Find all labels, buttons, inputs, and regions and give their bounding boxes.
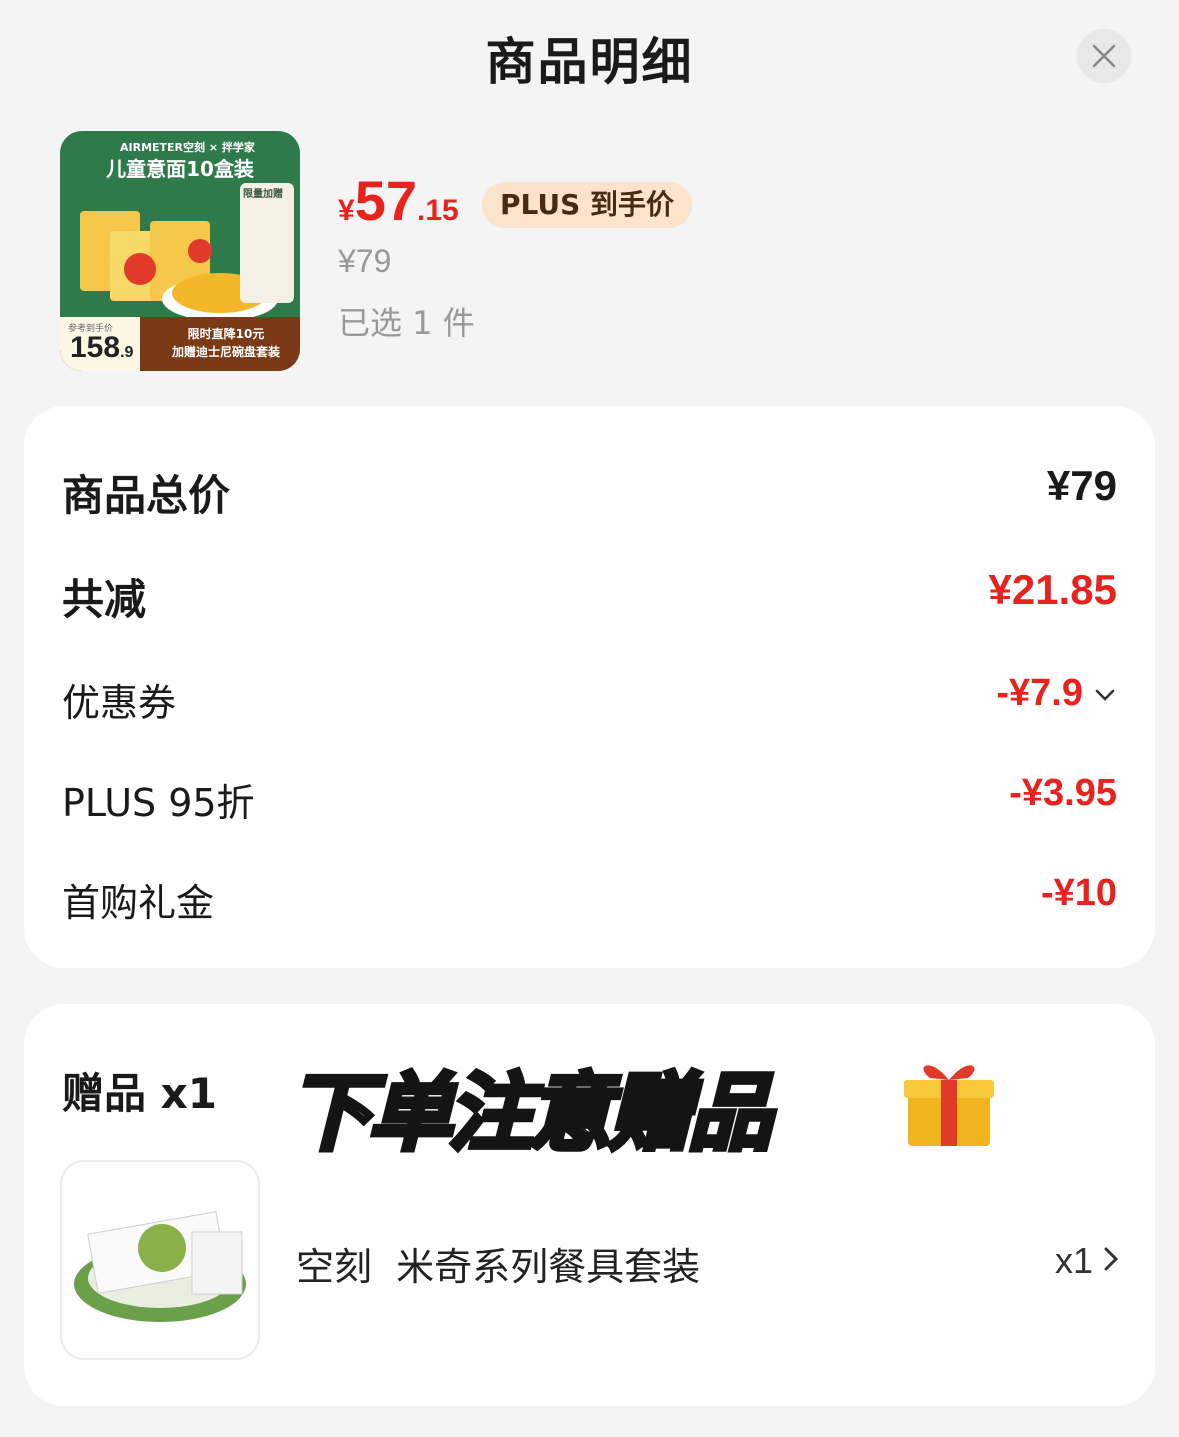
page-title: 商品明细 [485,33,694,91]
product-image-tag-label: 限量加赠 [243,189,283,200]
product-image-promo-2: 加赠迪士尼碗盘套装 [171,345,280,359]
first-purchase-value: -¥10 [1040,872,1117,914]
total-label: 商品总价 [62,471,231,520]
gift-name: 空刻 米奇系列餐具套装 [296,1245,701,1289]
plus-price: ¥57.15 [338,169,459,232]
gift-card: 赠品 x1 下单注意赠品 空刻 米奇系列餐具套装 x1 [24,1004,1155,1406]
first-purchase-label: 首购礼金 [62,881,215,925]
product-image-promo-1: 限时直降10元 [187,327,265,341]
discount-label: 共减 [62,575,147,624]
selected-count: 已选 1 件 [338,304,475,342]
discount-value: ¥21.85 [988,566,1117,613]
gift-quantity: x1 [1054,1240,1093,1281]
coupon-label: 优惠券 [62,681,177,725]
gift-title: 赠品 x1 [62,1069,217,1118]
gift-banner: 下单注意赠品 [285,1062,774,1165]
total-value: ¥79 [1046,462,1117,509]
product-image-gift-tag [240,183,294,303]
price-summary-card: 商品总价 ¥79 共减 ¥21.85 优惠券 -¥7.9 PLUS 95折 -¥… [24,406,1155,968]
close-icon [1092,44,1116,68]
gift-box-icon [904,1065,994,1146]
plus-price-badge: PLUS 到手价 [482,182,693,228]
chevron-right-icon[interactable] [1101,1244,1121,1274]
product-image-price: 158.9 [70,331,134,364]
gift-image[interactable] [60,1160,260,1360]
product-image[interactable]: AIRMETER空刻 × 拌学家 儿童意面10盒装 限量加赠 参考到手价 158… [60,131,300,371]
plus-discount-label: PLUS 95折 [62,781,255,825]
close-button[interactable] [1077,29,1131,83]
chevron-down-icon[interactable] [1093,683,1117,707]
product-image-title: 儿童意面10盒装 [106,157,254,181]
gift-photo [74,1211,246,1322]
coupon-value-wrap: -¥7.9 [996,672,1117,715]
plus-discount-value: -¥3.95 [1009,772,1117,814]
coupon-value: -¥7.9 [996,672,1083,714]
original-price: ¥79 [338,243,392,279]
